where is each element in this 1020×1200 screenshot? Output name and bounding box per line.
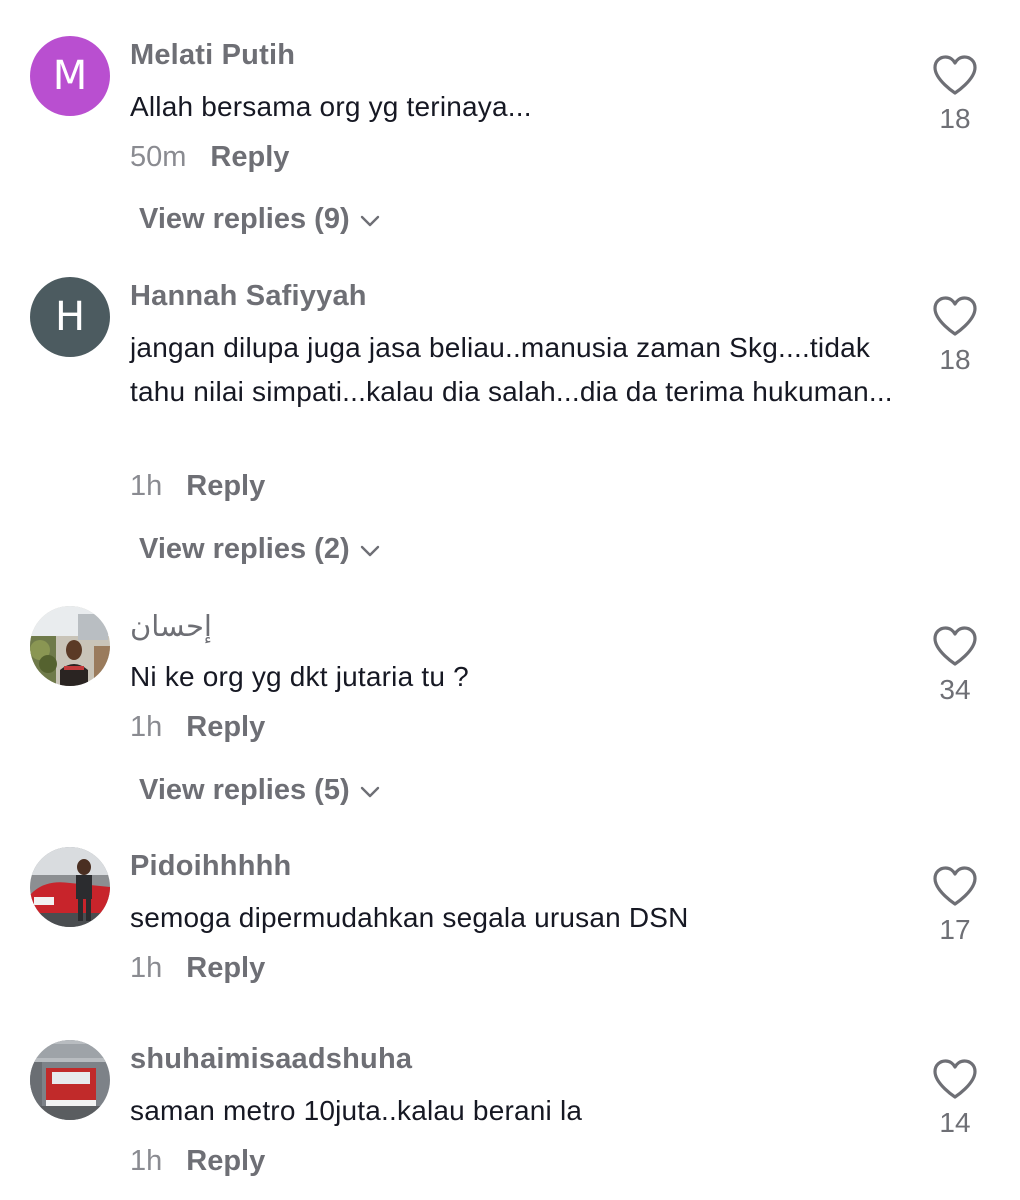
avatar-photo: [30, 1040, 110, 1120]
like-button[interactable]: 17: [926, 865, 984, 946]
view-replies-button[interactable]: View replies (9): [139, 203, 380, 236]
chevron-down-icon: [360, 533, 380, 566]
chevron-down-icon: [360, 203, 380, 236]
reply-button[interactable]: Reply: [186, 470, 265, 503]
comment-text: jangan dilupa juga jasa beliau..manusia …: [130, 332, 893, 407]
avatar[interactable]: [30, 1040, 110, 1120]
comment-username[interactable]: Hannah Safiyyah: [130, 280, 367, 313]
comment-text: semoga dipermudahkan segala urusan DSN: [130, 902, 689, 933]
comment-text: Allah bersama org yg terinaya...: [130, 91, 532, 122]
avatar-initial: M: [52, 53, 88, 99]
like-button[interactable]: 18: [926, 54, 984, 135]
heart-outline-icon: [926, 54, 984, 101]
view-replies-button[interactable]: View replies (2): [139, 533, 380, 566]
comment-meta: 1h Reply: [130, 952, 265, 985]
comment-username[interactable]: Melati Putih: [130, 39, 295, 72]
avatar-initial: H: [54, 294, 86, 340]
like-count: 34: [939, 674, 971, 705]
comment-time: 1h: [130, 711, 163, 743]
comment-meta: 1h Reply: [130, 470, 265, 503]
comment-meta: 50m Reply: [130, 141, 289, 174]
avatar-photo: [30, 606, 110, 686]
chevron-down-icon: [360, 774, 380, 807]
avatar[interactable]: M: [30, 36, 110, 116]
view-replies-label: View replies (5): [139, 774, 350, 806]
reply-button[interactable]: Reply: [186, 711, 265, 744]
reply-button[interactable]: Reply: [210, 141, 289, 174]
heart-outline-icon: [926, 295, 984, 342]
reply-button[interactable]: Reply: [186, 1145, 265, 1178]
avatar[interactable]: [30, 847, 110, 927]
heart-outline-icon: [926, 865, 984, 912]
comment-username[interactable]: إحسان: [130, 609, 212, 643]
like-count: 18: [939, 344, 971, 375]
like-button[interactable]: 18: [926, 295, 984, 376]
comment-text: saman metro 10juta..kalau berani la: [130, 1095, 583, 1126]
comment-time: 1h: [130, 952, 163, 984]
heart-outline-icon: [926, 1058, 984, 1105]
like-count: 18: [939, 103, 971, 134]
comment-username[interactable]: Pidoihhhhh: [130, 850, 291, 883]
comment-meta: 1h Reply: [130, 1145, 265, 1178]
view-replies-label: View replies (2): [139, 533, 350, 565]
comment-time: 1h: [130, 1145, 163, 1177]
reply-button[interactable]: Reply: [186, 952, 265, 985]
avatar-photo: [30, 847, 110, 927]
comment-username[interactable]: shuhaimisaadshuha: [130, 1043, 412, 1076]
view-replies-button[interactable]: View replies (5): [139, 774, 380, 807]
view-replies-label: View replies (9): [139, 203, 350, 235]
comment-meta: 1h Reply: [130, 711, 265, 744]
like-button[interactable]: 34: [926, 625, 984, 706]
comment-text: Ni ke org yg dkt jutaria tu ?: [130, 661, 469, 692]
avatar[interactable]: [30, 606, 110, 686]
like-count: 14: [939, 1107, 971, 1138]
heart-outline-icon: [926, 625, 984, 672]
like-button[interactable]: 14: [926, 1058, 984, 1139]
comment-time: 1h: [130, 470, 163, 502]
avatar[interactable]: H: [30, 277, 110, 357]
like-count: 17: [939, 914, 971, 945]
comment-time: 50m: [130, 141, 187, 173]
